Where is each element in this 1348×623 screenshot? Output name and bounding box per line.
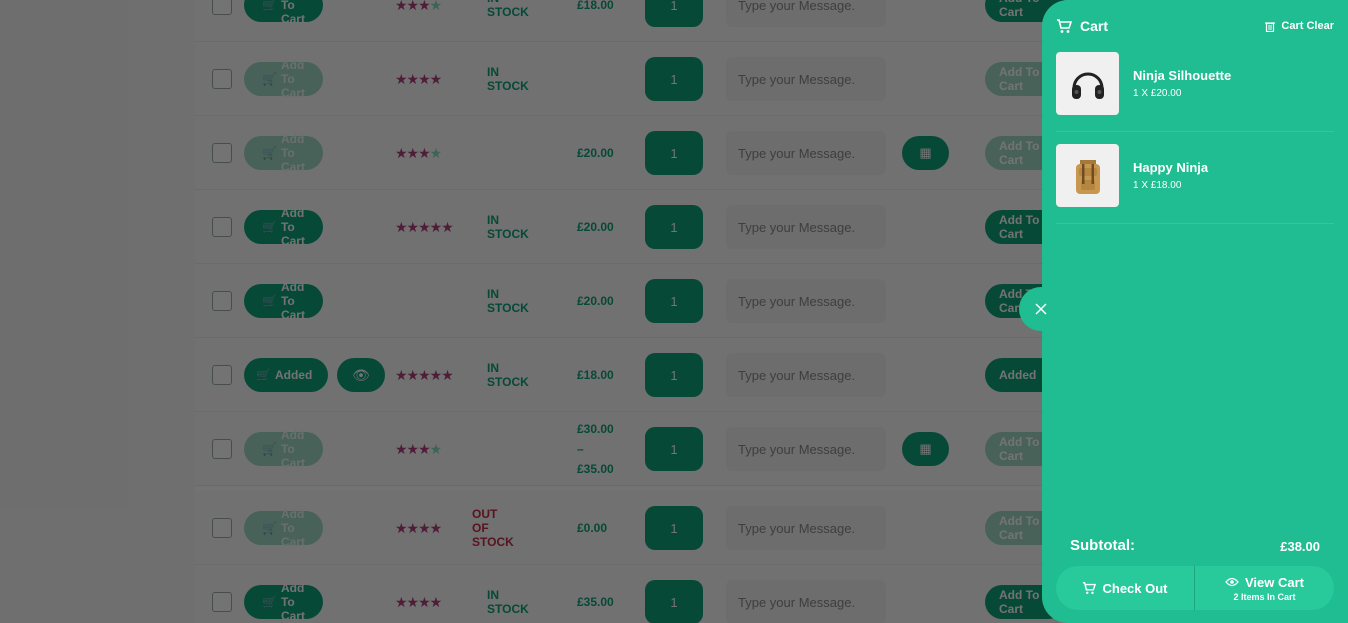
cart-item-name[interactable]: Ninja Silhouette (1133, 68, 1231, 83)
view-cart-label: View Cart (1244, 574, 1304, 590)
cart-item-name[interactable]: Happy Ninja (1133, 160, 1208, 175)
trash-icon (1265, 21, 1276, 32)
backpack-icon (1056, 144, 1119, 207)
cart-actions: Check Out View Cart 2 Items In Cart (1056, 566, 1334, 610)
cart-icon (1056, 18, 1072, 34)
cart-subtotal: Subtotal: £38.00 (1070, 537, 1320, 554)
view-cart-button[interactable]: View Cart 2 Items In Cart (1195, 566, 1334, 610)
eye-icon (1225, 577, 1239, 587)
close-icon[interactable] (1019, 287, 1063, 331)
cart-drawer: Cart Cart Clear Ninja Silhouette 1 X £20… (1042, 0, 1348, 623)
cart-icon (1082, 581, 1097, 595)
checkout-label: Check Out (1102, 580, 1168, 596)
cart-item-price: 1 X £18.00 (1133, 180, 1182, 191)
subtotal-value: £38.00 (1280, 539, 1320, 554)
cart-title: Cart (1080, 18, 1109, 34)
cart-header: Cart (1056, 18, 1108, 34)
headphones-icon (1056, 52, 1119, 115)
checkout-button[interactable]: Check Out (1056, 566, 1195, 610)
cart-item[interactable]: Ninja Silhouette 1 X £20.00 (1056, 52, 1334, 132)
items-count-label: 2 Items In Cart (1233, 591, 1296, 602)
subtotal-label: Subtotal: (1070, 537, 1135, 554)
cart-item[interactable]: Happy Ninja 1 X £18.00 (1056, 144, 1334, 224)
cart-clear-button[interactable]: Cart Clear (1265, 20, 1334, 32)
cart-clear-label: Cart Clear (1281, 20, 1334, 32)
cart-item-price: 1 X £20.00 (1133, 88, 1182, 99)
